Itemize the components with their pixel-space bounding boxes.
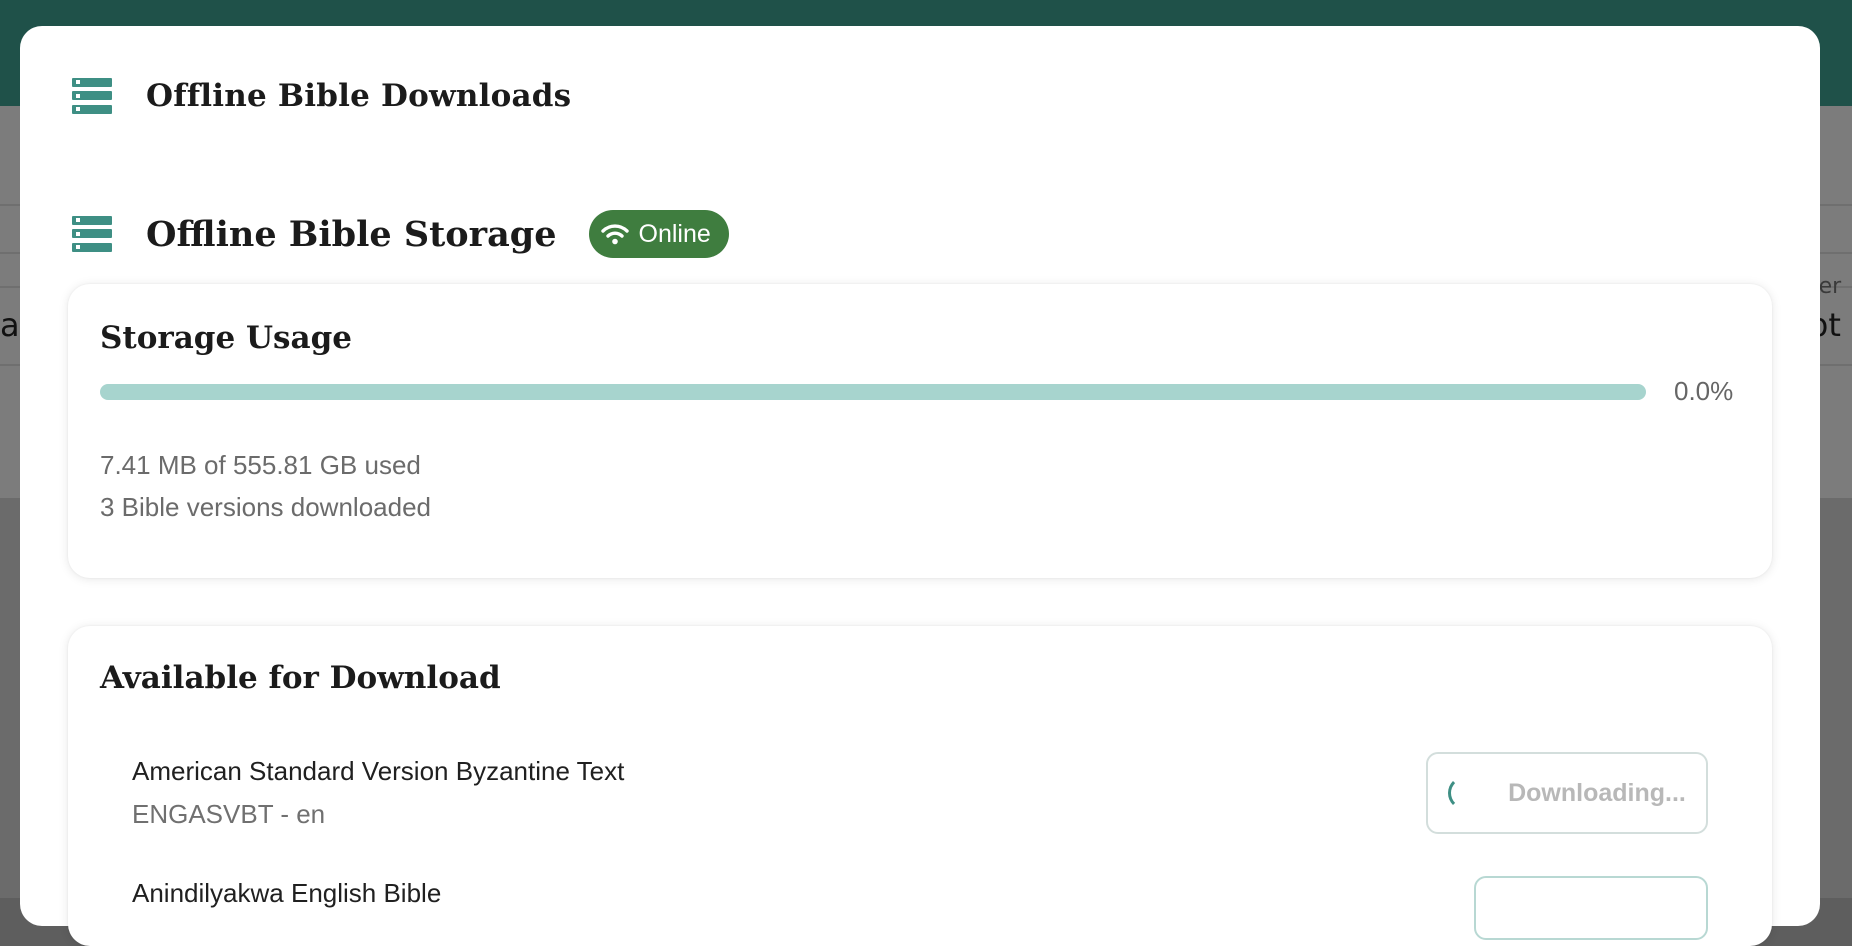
storage-section-header: Offline Bible Storage Online [72,204,729,264]
storage-usage-card: Storage Usage 0.0% 7.41 MB of 555.81 GB … [68,284,1772,578]
offline-downloads-modal: Offline Bible Downloads Offline Bible St… [20,26,1820,946]
status-label: Online [638,219,711,248]
downloading-button[interactable]: Downloading... [1426,752,1708,834]
bible-name: American Standard Version Byzantine Text [132,756,625,786]
storage-list-icon [72,78,112,114]
bible-name: Anindilyakwa English Bible [132,878,442,908]
loading-spinner-icon [1448,776,1482,810]
section-title: Offline Bible Storage [146,213,557,255]
available-downloads-card: Available for Download American Standard… [68,626,1772,946]
wifi-icon [600,224,629,245]
list-item: Anindilyakwa English Bible [132,878,441,909]
card-title: Storage Usage [100,320,352,356]
card-title: Available for Download [100,660,501,696]
versions-downloaded-text: 3 Bible versions downloaded [100,492,431,522]
bible-meta: ENGASVBT - en [132,799,326,829]
online-status-badge: Online [588,210,729,258]
list-item: American Standard Version Byzantine Text… [132,756,624,830]
storage-list-icon [72,216,112,252]
button-label: Downloading... [1508,778,1686,807]
modal-header: Offline Bible Downloads [72,66,571,126]
storage-progress-bar [100,384,1646,400]
storage-percent: 0.0% [1674,376,1734,406]
modal-title: Offline Bible Downloads [146,78,572,114]
storage-used-text: 7.41 MB of 555.81 GB used [100,450,421,480]
download-button[interactable] [1474,876,1708,940]
